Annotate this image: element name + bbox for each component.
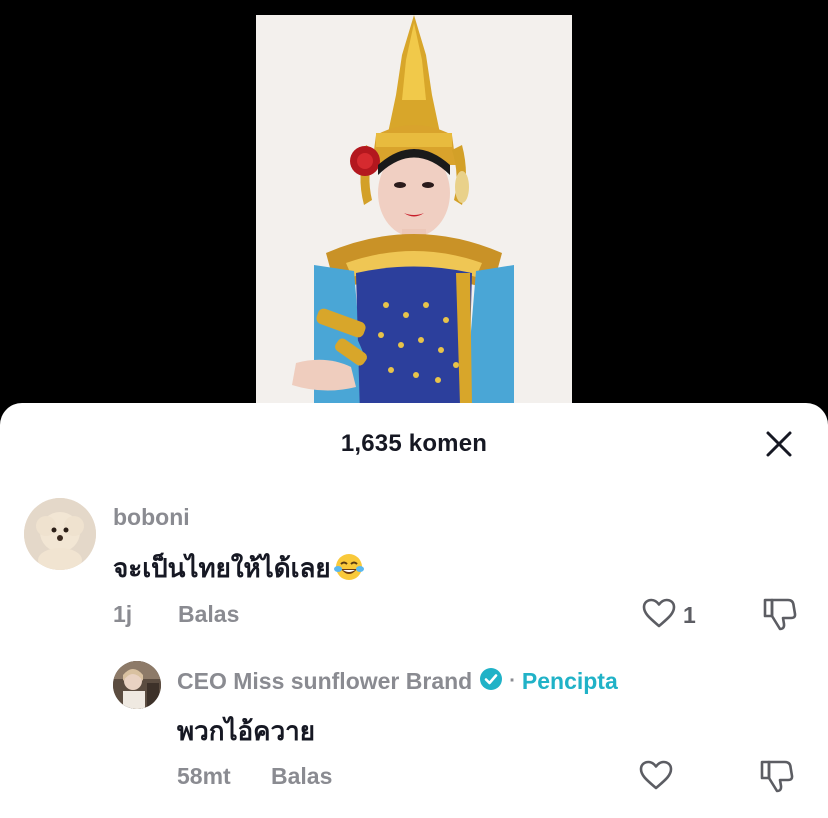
dancer-photo — [256, 15, 572, 415]
comments-header: 1,635 komen — [0, 403, 828, 481]
reply-text: พวกไอ้ควาย — [177, 716, 315, 746]
comment-body: จะเป็นไทยให้ได้เลย — [113, 548, 365, 589]
separator-dot: · — [509, 670, 516, 692]
thumbs-down-icon[interactable] — [757, 758, 795, 799]
avatar[interactable] — [24, 498, 96, 570]
creator-avatar[interactable] — [113, 661, 161, 709]
reply-button[interactable]: Balas — [178, 601, 239, 628]
reply-timestamp: 58mt — [177, 763, 231, 789]
creator-badge: Pencipta — [521, 668, 618, 694]
heart-outline-icon — [641, 597, 677, 634]
reply-username[interactable]: CEO Miss sunflower Brand — [177, 668, 472, 695]
like-button[interactable] — [638, 759, 674, 796]
comment-text: จะเป็นไทยให้ได้เลย — [113, 553, 331, 583]
comment-count-title: 1,635 komen — [340, 430, 488, 457]
thumbs-down-icon[interactable] — [760, 596, 798, 637]
reply-header: CEO Miss sunflower Brand · Pencipta — [177, 667, 618, 696]
reply-button[interactable]: Balas — [271, 763, 332, 790]
comment-item: boboni จะเป็นไทยให้ได้เลย 1j Balas 1 — [0, 498, 828, 638]
comments-sheet: 1,635 komen boboni จะเป็นไทยให้ได้เลย 1j… — [0, 403, 828, 818]
tears-of-joy-emoji — [333, 552, 365, 589]
like-button[interactable]: 1 — [641, 597, 696, 634]
heart-outline-icon — [638, 759, 674, 796]
like-count: 1 — [683, 602, 696, 628]
verified-badge-icon — [479, 667, 503, 696]
reply-item: CEO Miss sunflower Brand · Pencipta พวกไ… — [0, 659, 828, 809]
close-icon[interactable] — [764, 429, 794, 459]
video-preview[interactable] — [256, 15, 572, 415]
comment-username[interactable]: boboni — [113, 504, 190, 531]
screen: 1,635 komen boboni จะเป็นไทยให้ได้เลย 1j… — [0, 0, 828, 818]
comment-timestamp: 1j — [113, 601, 133, 627]
